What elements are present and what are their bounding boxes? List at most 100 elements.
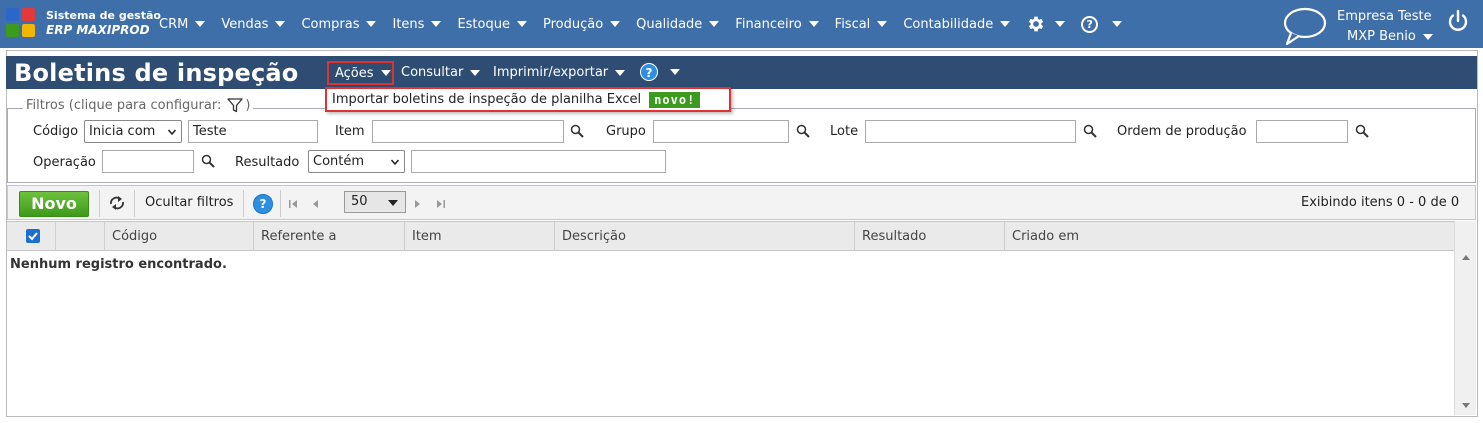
search-icon[interactable] <box>1355 124 1369 138</box>
refresh-icon[interactable] <box>108 195 126 211</box>
dropdown-item-label: Importar boletins de inspeção de planilh… <box>332 92 642 107</box>
grid-header: Código Referente a Item Descrição Result… <box>7 221 1454 251</box>
grid-toolbar: Novo Ocultar filtros ? 50 Exibindo itens… <box>7 185 1476 220</box>
resultado-mode-select[interactable]: Contém <box>308 150 405 173</box>
search-icon[interactable] <box>1083 124 1097 138</box>
menu-settings[interactable] <box>1026 14 1066 34</box>
chat-icon[interactable] <box>1281 6 1327 46</box>
page-header: Boletins de inspeção Ações Consultar Imp… <box>6 56 1477 89</box>
acoes-label: Ações <box>335 65 374 81</box>
user-area[interactable]: Empresa Teste MXP Benio <box>1337 7 1433 47</box>
empty-message: Nenhum registro encontrado. <box>10 257 227 272</box>
help-icon[interactable]: ? <box>253 194 273 214</box>
hide-filters-button[interactable]: Ocultar filtros <box>145 195 233 210</box>
menu-label: Itens <box>392 16 425 32</box>
previous-page-icon[interactable] <box>312 199 320 209</box>
item-input[interactable] <box>372 120 564 143</box>
page-size-value: 50 <box>351 194 368 209</box>
maxiprod-logo-icon[interactable] <box>6 8 36 38</box>
codigo-input[interactable]: Teste <box>188 120 318 143</box>
column-header-referente[interactable]: Referente a <box>253 222 404 251</box>
item-label: Item <box>335 124 365 139</box>
lote-input[interactable] <box>865 120 1076 143</box>
caret-down-icon <box>516 21 527 27</box>
main-menu: CRM Vendas Compras Itens Estoque Produçã… <box>159 15 1138 33</box>
grid-scrollbar[interactable] <box>1454 221 1476 415</box>
toolbar-divider <box>99 190 100 217</box>
menu-label: Qualidade <box>636 16 703 32</box>
help-icon: ? <box>1081 15 1099 33</box>
last-page-icon[interactable] <box>435 199 445 209</box>
new-badge: novo! <box>649 91 701 108</box>
showing-items-text: Exibindo itens 0 - 0 de 0 <box>1301 195 1460 210</box>
scroll-up-icon[interactable] <box>1462 255 1470 260</box>
column-header-criado-em[interactable]: Criado em <box>1004 222 1454 251</box>
company-name: Empresa Teste <box>1337 9 1432 24</box>
page-help-menu[interactable]: ? <box>640 63 680 81</box>
caret-down-icon <box>1112 21 1123 27</box>
top-navigation-bar: Sistema de gestão ERP MAXIPROD CRM Venda… <box>0 0 1483 48</box>
caret-down-icon <box>1422 34 1433 40</box>
toolbar-divider <box>243 190 244 217</box>
caret-down-icon <box>1000 21 1011 27</box>
toolbar-divider <box>134 190 135 217</box>
codigo-mode-select[interactable]: Inicia com <box>84 120 182 143</box>
user-name: MXP Benio <box>1347 29 1416 44</box>
grupo-label: Grupo <box>606 124 646 139</box>
ordem-producao-input[interactable] <box>1256 120 1348 143</box>
toolbar-divider <box>280 190 281 217</box>
column-header-codigo[interactable]: Código <box>104 222 253 251</box>
page-size-select[interactable]: 50 <box>344 191 406 213</box>
resultado-mode-value: Contém <box>313 154 365 169</box>
menu-estoque[interactable]: Estoque <box>457 17 527 32</box>
new-button[interactable]: Novo <box>19 191 89 217</box>
menu-compras[interactable]: Compras <box>301 17 377 32</box>
filters-legend-close: ) <box>245 98 251 113</box>
next-page-icon[interactable] <box>413 199 421 209</box>
search-icon[interactable] <box>570 124 584 138</box>
scroll-down-icon[interactable] <box>1462 403 1470 408</box>
caret-down-icon <box>380 70 391 76</box>
filters-legend[interactable]: Filtros (clique para configurar: ) <box>23 98 254 113</box>
search-icon[interactable] <box>201 154 215 168</box>
filter-icon[interactable] <box>227 98 243 113</box>
menu-label: CRM <box>159 16 189 32</box>
help-icon: ? <box>640 63 658 81</box>
first-page-icon[interactable] <box>289 199 299 209</box>
caret-down-icon <box>615 69 626 76</box>
resultado-input[interactable] <box>411 150 666 173</box>
logo-text[interactable]: Sistema de gestão ERP MAXIPROD <box>46 9 161 37</box>
column-header-resultado[interactable]: Resultado <box>854 222 1004 251</box>
menu-producao[interactable]: Produção <box>543 17 621 32</box>
menu-itens[interactable]: Itens <box>392 16 442 32</box>
column-header-item[interactable]: Item <box>404 222 554 251</box>
menu-vendas[interactable]: Vendas <box>221 17 286 32</box>
imprimir-label: Imprimir/exportar <box>493 65 609 80</box>
imprimir-exportar-menu[interactable]: Imprimir/exportar <box>493 65 626 80</box>
menu-qualidade[interactable]: Qualidade <box>636 16 720 32</box>
caret-down-icon <box>610 21 621 27</box>
consultar-label: Consultar <box>401 65 464 80</box>
ordem-producao-label: Ordem de produção <box>1117 124 1247 139</box>
menu-contabilidade[interactable]: Contabilidade <box>903 17 1011 32</box>
logo-line2: ERP MAXIPROD <box>46 23 150 37</box>
select-all-checkbox[interactable] <box>26 229 40 243</box>
caret-down-icon <box>366 21 377 27</box>
codigo-mode-value: Inicia com <box>89 124 156 139</box>
operacao-input[interactable] <box>102 150 194 173</box>
user-name-row[interactable]: MXP Benio <box>1347 27 1433 47</box>
search-icon[interactable] <box>796 124 810 138</box>
acoes-dropdown-item-import-excel[interactable]: Importar boletins de inspeção de planilh… <box>325 87 731 112</box>
column-header-descricao[interactable]: Descrição <box>554 222 854 251</box>
page-title: Boletins de inspeção <box>14 59 299 87</box>
caret-down-icon <box>431 21 442 27</box>
chevron-down-icon <box>168 129 176 136</box>
acoes-menu[interactable]: Ações <box>327 61 394 85</box>
grupo-input[interactable] <box>653 120 789 143</box>
consultar-menu[interactable]: Consultar <box>401 65 481 80</box>
menu-crm[interactable]: CRM <box>159 16 206 32</box>
menu-financeiro[interactable]: Financeiro <box>735 17 819 32</box>
power-icon[interactable] <box>1446 9 1470 33</box>
menu-fiscal[interactable]: Fiscal <box>835 17 888 32</box>
menu-help[interactable]: ? <box>1081 15 1123 33</box>
